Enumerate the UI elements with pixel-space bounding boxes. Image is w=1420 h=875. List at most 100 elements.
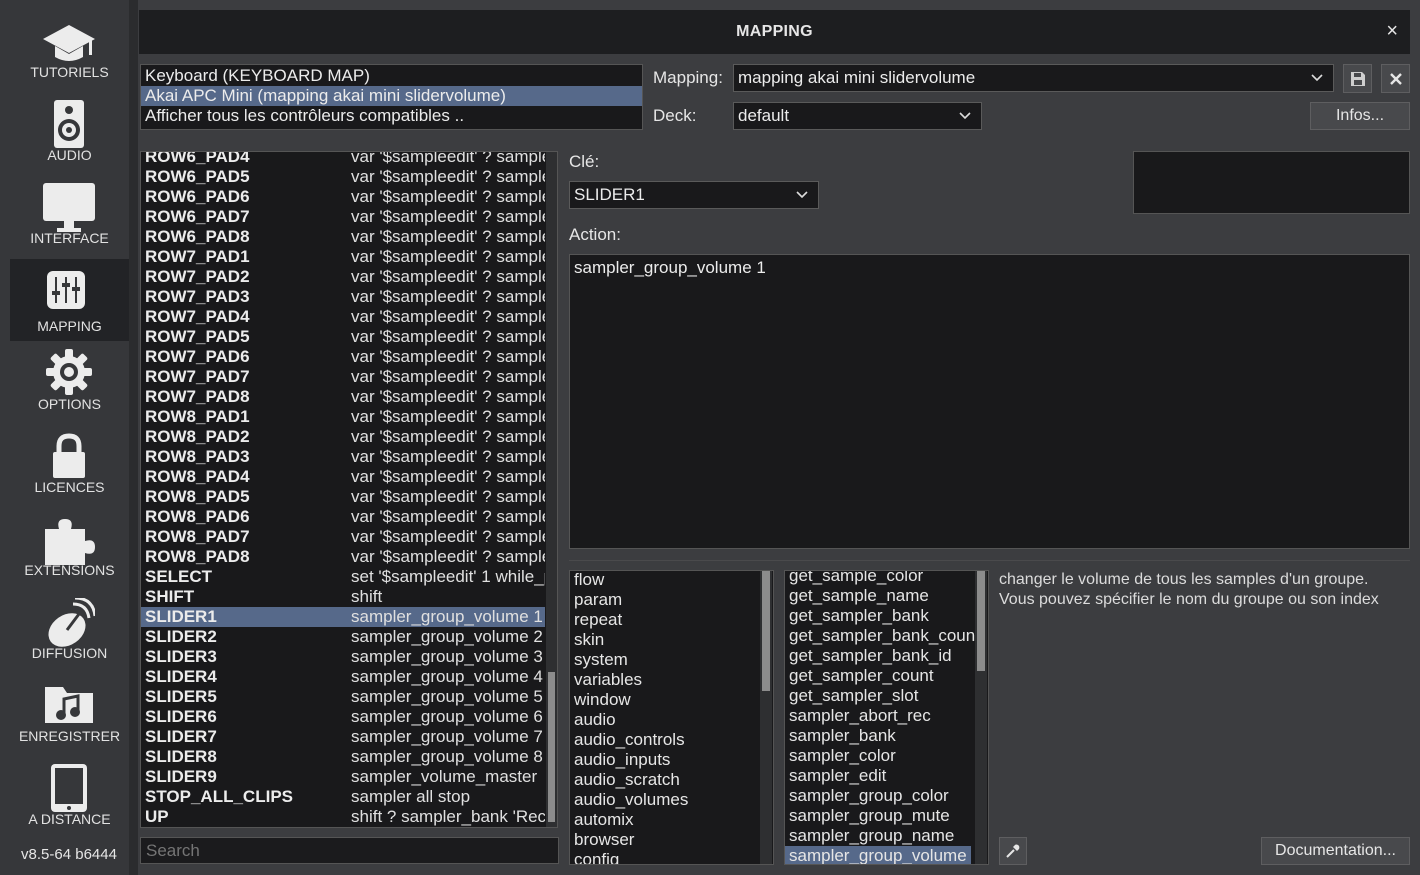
verb-item[interactable]: get_sampler_bank_count [785, 626, 980, 646]
sidebar-item-extensions[interactable]: EXTENSIONS [10, 503, 129, 585]
category-item[interactable]: config [570, 850, 619, 864]
table-row[interactable]: SLIDER2 sampler_group_volume 2 [141, 627, 545, 647]
verb-item[interactable]: get_sample_color [785, 571, 969, 586]
verb-scrollbar[interactable] [975, 571, 987, 864]
category-item[interactable]: automix [570, 810, 634, 830]
table-row[interactable]: ROW8_PAD7 var '$sampleedit' ? sampler_ [141, 527, 545, 547]
action-editor-text[interactable]: sampler_group_volume 1 [574, 258, 766, 278]
action-editor[interactable]: sampler_group_volume 1 [569, 254, 1410, 549]
key-select[interactable]: SLIDER1 [569, 181, 819, 209]
verb-item[interactable]: get_sampler_count [785, 666, 969, 686]
table-row[interactable]: ROW7_PAD8 var '$sampleedit' ? sampler_ [141, 387, 545, 407]
table-row[interactable]: ROW7_PAD1 var '$sampleedit' ? sampler_ [141, 247, 545, 267]
category-item[interactable]: browser [570, 830, 634, 850]
table-row[interactable]: SLIDER5 sampler_group_volume 5 [141, 687, 545, 707]
table-row[interactable]: ROW8_PAD1 var '$sampleedit' ? sampler_ [141, 407, 545, 427]
table-row-selected[interactable]: SLIDER1 sampler_group_volume 1 [141, 607, 545, 627]
sidebar-item-enregistrer[interactable]: ENREGISTRER [10, 669, 129, 751]
verb-item[interactable]: sampler_group_mute [785, 806, 969, 826]
mapping-table[interactable]: ROW6_PAD4 var '$sampleedit' ? sampler_ ROW… [140, 151, 558, 828]
verb-item[interactable]: sampler_edit [785, 766, 969, 786]
category-item[interactable]: param [570, 590, 622, 610]
sidebar-item-mapping[interactable]: MAPPING [10, 259, 129, 341]
category-item[interactable]: window [570, 690, 631, 710]
splitter[interactable] [569, 560, 1410, 561]
verb-list[interactable]: get_sample_color get_sample_name get_sampl… [784, 570, 989, 865]
verb-item[interactable]: sampler_bank [785, 726, 969, 746]
table-row[interactable]: ROW7_PAD3 var '$sampleedit' ? sampler_ [141, 287, 545, 307]
verb-item[interactable]: sampler_group_name [785, 826, 969, 846]
table-row[interactable]: ROW8_PAD3 var '$sampleedit' ? sampler_ [141, 447, 545, 467]
table-row[interactable]: SLIDER7 sampler_group_volume 7 [141, 727, 545, 747]
verb-item[interactable]: sampler_color [785, 746, 969, 766]
table-row[interactable]: ROW7_PAD2 var '$sampleedit' ? sampler_ [141, 267, 545, 287]
table-row[interactable]: ROW7_PAD7 var '$sampleedit' ? sampler_ [141, 367, 545, 387]
controller-item-selected[interactable]: Akai APC Mini (mapping akai mini sliderv… [141, 86, 642, 106]
verb-item-selected[interactable]: sampler_group_volume [785, 846, 971, 864]
table-row[interactable]: ROW6_PAD5 var '$sampleedit' ? sampler_ [141, 167, 545, 187]
verb-item[interactable]: get_sample_name [785, 586, 969, 606]
verb-item[interactable]: sampler_abort_rec [785, 706, 969, 726]
controller-item[interactable]: Afficher tous les contrôleurs compatible… [141, 106, 642, 126]
mapping-table-scrollbar[interactable] [546, 152, 557, 827]
table-row[interactable]: ROW7_PAD6 var '$sampleedit' ? sampler_ [141, 347, 545, 367]
close-icon[interactable]: × [1386, 20, 1398, 43]
table-row[interactable]: ROW8_PAD5 var '$sampleedit' ? sampler_ [141, 487, 545, 507]
controller-item[interactable]: Keyboard (KEYBOARD MAP) [141, 66, 642, 86]
table-row[interactable]: ROW8_PAD4 var '$sampleedit' ? sampler_ [141, 467, 545, 487]
category-item[interactable]: variables [570, 670, 642, 690]
delete-mapping-button[interactable] [1381, 64, 1410, 93]
sidebar-item-diffusion[interactable]: DIFFUSION [10, 586, 129, 668]
table-row[interactable]: SLIDER9 sampler_volume_master [141, 767, 545, 787]
mapping-select[interactable]: mapping akai mini slidervolume [733, 64, 1334, 92]
scrollbar-thumb[interactable] [977, 571, 985, 671]
verb-item[interactable]: get_sampler_bank_id [785, 646, 969, 666]
table-row[interactable]: SLIDER8 sampler_group_volume 8 [141, 747, 545, 767]
table-row[interactable]: SLIDER6 sampler_group_volume 6 [141, 707, 545, 727]
category-item[interactable]: audio_volumes [570, 790, 688, 810]
table-row[interactable]: ROW8_PAD6 var '$sampleedit' ? sampler_ [141, 507, 545, 527]
sidebar-item-interface[interactable]: INTERFACE [10, 171, 129, 253]
category-list[interactable]: flow param repeat skin system variables window… [569, 570, 774, 865]
table-row[interactable]: ROW6_PAD7 var '$sampleedit' ? sampler_ [141, 207, 545, 227]
verb-item[interactable]: get_sampler_bank [785, 606, 969, 626]
category-item[interactable]: audio_scratch [570, 770, 680, 790]
sidebar-item-licences[interactable]: LICENCES [10, 420, 129, 502]
eyedropper-button[interactable] [999, 837, 1027, 865]
category-item[interactable]: repeat [570, 610, 622, 630]
category-item[interactable]: skin [570, 630, 604, 650]
table-row[interactable]: SLIDER4 sampler_group_volume 4 [141, 667, 545, 687]
scrollbar-thumb[interactable] [548, 672, 555, 822]
category-item[interactable]: audio_inputs [570, 750, 670, 770]
category-item[interactable]: flow [570, 571, 604, 590]
save-mapping-button[interactable] [1343, 64, 1372, 93]
category-item[interactable]: audio_controls [570, 730, 685, 750]
category-item[interactable]: audio [570, 710, 616, 730]
category-scrollbar[interactable] [760, 571, 772, 864]
sidebar-item-tutoriels[interactable]: TUTORIELS [10, 5, 129, 87]
table-row[interactable]: ROW7_PAD5 var '$sampleedit' ? sampler_ [141, 327, 545, 347]
scrollbar-thumb[interactable] [762, 571, 770, 691]
sidebar-item-options[interactable]: OPTIONS [10, 337, 129, 419]
controller-list[interactable]: Keyboard (KEYBOARD MAP) Akai APC Mini (m… [140, 64, 643, 130]
sidebar-item-a-distance[interactable]: A DISTANCE [10, 752, 129, 834]
verb-item[interactable]: get_sampler_slot [785, 686, 969, 706]
infos-button[interactable]: Infos... [1310, 102, 1410, 130]
documentation-button[interactable]: Documentation... [1261, 837, 1410, 865]
table-row[interactable]: SLIDER3 sampler_group_volume 3 [141, 647, 545, 667]
table-row[interactable]: ROW6_PAD8 var '$sampleedit' ? sampler_ [141, 227, 545, 247]
table-row[interactable]: ROW6_PAD6 var '$sampleedit' ? sampler_ [141, 187, 545, 207]
table-row[interactable]: ROW6_PAD4 var '$sampleedit' ? sampler_ [141, 152, 545, 167]
category-item[interactable]: system [570, 650, 628, 670]
table-row[interactable]: UP shift ? sampler_bank 'Recorded' [141, 807, 545, 827]
table-row[interactable]: ROW8_PAD8 var '$sampleedit' ? sampler_ [141, 547, 545, 567]
table-row[interactable]: ROW7_PAD4 var '$sampleedit' ? sampler_ [141, 307, 545, 327]
deck-select[interactable]: default [733, 102, 982, 130]
table-row[interactable]: ROW8_PAD2 var '$sampleedit' ? sampler_ [141, 427, 545, 447]
table-row[interactable]: SHIFT shift [141, 587, 545, 607]
sidebar-item-audio[interactable]: AUDIO [10, 88, 129, 170]
verb-item[interactable]: sampler_group_color [785, 786, 969, 806]
table-row[interactable]: STOP_ALL_CLIPS sampler all stop [141, 787, 545, 807]
search-input[interactable] [140, 837, 559, 864]
table-row[interactable]: SELECT set '$sampleedit' 1 while_pressed [141, 567, 545, 587]
